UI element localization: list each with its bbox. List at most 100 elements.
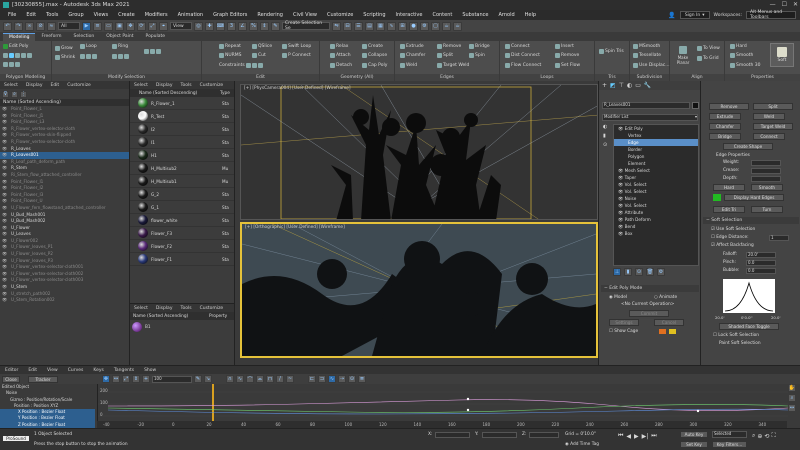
material-explorer-tab[interactable]: Customize (196, 82, 228, 89)
list-item[interactable]: 👁 Ri_Stem_flow_attached_controller (0, 172, 129, 179)
minimize-button[interactable]: — (770, 1, 776, 8)
weld-edge-button[interactable]: Weld (753, 113, 785, 120)
visibility-icon[interactable]: 👁 (2, 179, 9, 186)
material-item[interactable]: Flower_F1 Sta (130, 253, 234, 266)
menu-item[interactable]: Modifiers (140, 12, 173, 18)
list-item[interactable]: 👁 Point_Flower_L (0, 106, 129, 113)
visibility-icon[interactable]: 👁 (2, 126, 9, 133)
zoom-icon[interactable]: ⌕ (788, 394, 796, 402)
depth-field[interactable] (751, 176, 781, 182)
list-item[interactable]: 👁 R_Leaves (0, 146, 129, 153)
list-item[interactable]: 👁 U_Flower_leaves_P3 (0, 258, 129, 265)
track-view-menu-item[interactable]: Show (139, 368, 161, 373)
weld-button[interactable]: Weld (400, 63, 417, 68)
track-view-menu-item[interactable]: Keys (88, 368, 109, 373)
place-icon[interactable]: ⌖ (159, 21, 168, 31)
menu-item[interactable]: Customize (322, 12, 358, 18)
tangent-auto-icon[interactable]: ∩ (226, 375, 234, 383)
edit-named-selection-icon[interactable]: ✎ (271, 21, 280, 31)
turn-button[interactable]: Turn (751, 206, 783, 213)
angle-snap-icon[interactable]: ∠ (238, 21, 247, 31)
falloff-field[interactable]: 20.0' (746, 252, 776, 258)
viewport-ortho-label[interactable]: [+] [Orthographic] [User Defined] [Wiref… (245, 225, 345, 230)
tangent-smooth-icon[interactable]: ~ (286, 375, 294, 383)
to-view-button[interactable]: To View (697, 46, 720, 51)
list-item[interactable]: 👁 R_Flower_vertex-selector-cloth (0, 126, 129, 133)
sign-in-button[interactable]: Sign In ▾ (679, 11, 710, 19)
smooth30-button[interactable]: Smooth 30 (730, 63, 761, 68)
modifier-stack-item[interactable]: 👁 Box (614, 230, 698, 237)
affect-backfacing-checkbox[interactable]: ☑ Affect Backfacing (711, 243, 754, 248)
key-filters-button[interactable]: Key Filters... (712, 441, 747, 448)
modifier-stack-item[interactable]: Element (614, 160, 698, 167)
material-explorer-tab[interactable]: Tools (176, 305, 195, 312)
show-end-result-icon[interactable]: ▮ (603, 133, 611, 139)
vertex-mode-icon[interactable] (3, 53, 32, 58)
material-item[interactable]: H1 Sta (130, 149, 234, 162)
create-tab-icon[interactable]: + (602, 82, 607, 89)
material-item[interactable]: I2 Sta (130, 123, 234, 136)
edge-distance-checkbox[interactable]: ☐ Edge Distance: (711, 235, 749, 240)
nurms-button[interactable]: NURMS (219, 53, 242, 58)
list-item[interactable]: 👁 U_Flower_fern_flowstand_attached_contro… (0, 205, 129, 212)
edit-tri-button[interactable]: Edit Tri (713, 206, 745, 213)
prosound-button[interactable]: ProSound (2, 435, 30, 442)
bubble-field[interactable]: 0.0 (746, 268, 776, 274)
scene-explorer-tab[interactable]: Edit (46, 82, 63, 89)
hard-edges-color-swatch[interactable] (713, 194, 721, 201)
ring-mode-icons[interactable] (112, 54, 129, 59)
y-coord-field[interactable] (482, 432, 517, 438)
select-object-icon[interactable]: ▶ (82, 21, 91, 31)
modifier-visibility-icon[interactable]: 👁 (618, 231, 625, 236)
list-item[interactable]: 👁 U_Flower_vertex-selector-cloth003 (0, 277, 129, 284)
menu-item[interactable]: Arnold (493, 12, 519, 18)
set-key-button[interactable]: Set Key (680, 441, 708, 448)
utilities-tab-icon[interactable]: 🔧 (644, 82, 651, 89)
split-button[interactable]: Split (437, 53, 453, 58)
select-by-name-icon[interactable]: ≡ (93, 21, 102, 31)
modifier-visibility-icon[interactable]: 👁 (618, 182, 625, 187)
curve-editor-icon[interactable]: ∿ (387, 21, 396, 31)
tessellate-button[interactable]: Tessellate (633, 53, 661, 58)
visibility-icon[interactable]: 👁 (2, 132, 9, 139)
material-item[interactable]: I1 Sta (130, 136, 234, 149)
cut-button[interactable]: Cut (252, 53, 266, 58)
material-item[interactable]: H_Multisub2 Mu (130, 162, 234, 175)
cage-color-1-swatch[interactable] (659, 329, 666, 334)
collapse-button[interactable]: Collapse (362, 53, 387, 58)
move-icon[interactable]: ✥ (126, 21, 135, 31)
scale-keys-icon[interactable]: ⤢ (122, 375, 130, 383)
chamfer-button[interactable]: Chamfer (400, 53, 425, 58)
dist-connect-button[interactable]: Dist Connect (505, 53, 540, 58)
menu-item[interactable]: Create (113, 12, 140, 18)
settings-button[interactable]: Settings (609, 319, 639, 326)
qslice-button[interactable]: QSlice (252, 44, 272, 49)
ribbon-tab[interactable]: Modeling (3, 33, 36, 41)
material-explorer-tab[interactable]: Select (130, 305, 152, 312)
maximize-viewport-icon[interactable]: ⛶ (771, 432, 775, 440)
connect-edge-button[interactable]: Connect (753, 133, 785, 140)
modifier-stack-item[interactable]: 👁 Attribute (614, 209, 698, 216)
modifier-stack-item[interactable]: 👁 Bend (614, 223, 698, 230)
visibility-icon[interactable]: 👁 (2, 113, 9, 120)
ribbon-tab[interactable]: Selection (68, 33, 101, 41)
modifier-visibility-icon[interactable]: 👁 (618, 210, 625, 215)
add-time-tag-button[interactable]: ◉ Add Time Tag (565, 442, 599, 447)
weight-field[interactable] (751, 160, 781, 166)
lock-tangents-icon[interactable]: ⊏ (308, 375, 316, 383)
modifier-visibility-icon[interactable]: 👁 (618, 175, 625, 180)
zoom-all-icon[interactable]: ⊕ (757, 433, 762, 440)
list-item[interactable]: 👁 U_Leaves (0, 231, 129, 238)
modifier-stack-item[interactable]: 👁 Edit Poly (614, 125, 698, 132)
create-shape-button[interactable]: Create Shape (723, 143, 773, 150)
ring-button[interactable]: Ring (112, 44, 128, 49)
soft-button[interactable]: Soft (770, 43, 794, 67)
list-item[interactable]: 👁 U_Flower002 (0, 238, 129, 245)
select-box-field[interactable]: 100 (152, 375, 192, 383)
cap-poly-button[interactable]: Cap Poly (362, 63, 387, 68)
snaps-toggle-icon[interactable]: 3 (227, 21, 236, 31)
material-item[interactable]: G_2 Sta (130, 188, 234, 201)
curves-icon[interactable]: ∿ (328, 375, 336, 383)
extrude-button[interactable]: Extrude (400, 44, 424, 49)
visibility-icon[interactable]: 👁 (2, 297, 9, 304)
